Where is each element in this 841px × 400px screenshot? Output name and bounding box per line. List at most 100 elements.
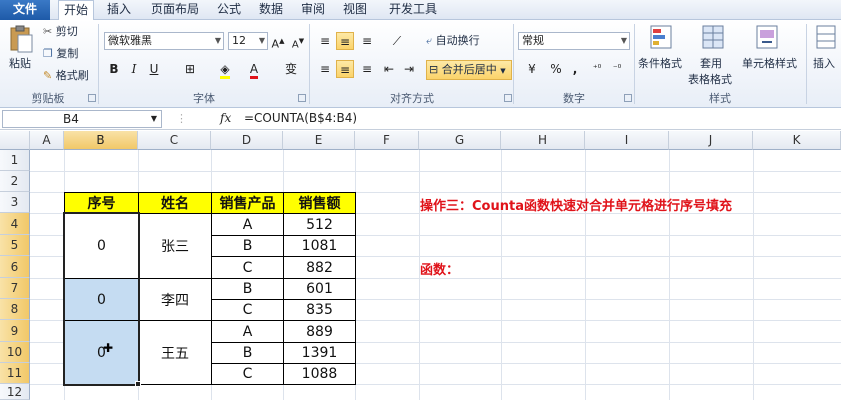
header-cell-seq[interactable]: 序号 xyxy=(64,192,139,214)
header-cell-name[interactable]: 姓名 xyxy=(138,192,212,214)
shrink-font-button[interactable]: A▼ xyxy=(290,32,306,50)
seq-cell[interactable]: 0 xyxy=(64,320,139,385)
underline-button[interactable]: U xyxy=(146,60,162,78)
product-cell[interactable]: B xyxy=(211,342,284,364)
column-header[interactable]: D xyxy=(211,131,283,150)
align-top-button[interactable]: ≡ xyxy=(316,32,334,50)
row-header[interactable]: 10 xyxy=(0,342,30,363)
align-middle-button[interactable]: ≡ xyxy=(336,32,354,50)
select-all-corner[interactable] xyxy=(0,131,30,150)
row-header[interactable]: 7 xyxy=(0,278,30,299)
phonetic-button[interactable]: 变 xyxy=(282,60,300,78)
italic-button[interactable]: I xyxy=(126,60,142,78)
grow-font-button[interactable]: A▲ xyxy=(270,32,286,51)
column-header[interactable]: K xyxy=(753,131,841,150)
row-header[interactable]: 9 xyxy=(0,320,30,342)
decrease-indent-button[interactable]: ⇤ xyxy=(380,60,398,78)
column-header[interactable]: C xyxy=(138,131,211,150)
tab-view[interactable]: 视图 xyxy=(338,0,372,20)
table-format-button-line1[interactable]: 套用 xyxy=(700,56,722,72)
product-cell[interactable]: C xyxy=(211,256,284,279)
formula-input[interactable]: =COUNTA(B$4:B4) xyxy=(244,111,357,125)
product-cell[interactable]: C xyxy=(211,363,284,385)
fill-color-button[interactable]: ◈ xyxy=(214,60,236,79)
amount-cell[interactable]: 512 xyxy=(283,213,356,236)
column-header[interactable]: A xyxy=(30,131,64,150)
column-header[interactable]: B xyxy=(64,131,138,150)
align-bottom-button[interactable]: ≡ xyxy=(358,32,376,50)
amount-cell[interactable]: 1081 xyxy=(283,235,356,257)
row-header[interactable]: 12 xyxy=(0,384,30,400)
insert-button[interactable]: 插入 xyxy=(813,56,835,72)
clipboard-launcher-icon[interactable] xyxy=(88,94,96,102)
name-cell[interactable]: 张三 xyxy=(138,213,212,279)
row-header[interactable]: 2 xyxy=(0,171,30,192)
paste-button[interactable] xyxy=(6,24,36,58)
number-format-select[interactable]: 常规 ▼ xyxy=(518,32,630,50)
copy-button[interactable]: ❐ 复制 xyxy=(43,46,78,62)
amount-cell[interactable]: 882 xyxy=(283,256,356,279)
row-header[interactable]: 11 xyxy=(0,363,30,384)
orientation-button[interactable]: ⟋ xyxy=(386,32,408,50)
product-cell[interactable]: B xyxy=(211,278,284,300)
tab-file[interactable]: 文件 xyxy=(0,0,50,20)
column-header[interactable]: F xyxy=(355,131,419,150)
decrease-decimal-button[interactable]: ⁻⁰ xyxy=(608,60,626,78)
tab-formulas[interactable]: 公式 xyxy=(212,0,246,20)
tab-review[interactable]: 审阅 xyxy=(296,0,330,20)
table-format-button-line2[interactable]: 表格格式 xyxy=(688,72,732,88)
tab-home[interactable]: 开始 xyxy=(58,0,94,21)
format-painter-button[interactable]: ✎ 格式刷 xyxy=(43,68,89,84)
tab-page-layout[interactable]: 页面布局 xyxy=(144,0,206,20)
name-cell[interactable]: 李四 xyxy=(138,278,212,321)
name-cell[interactable]: 王五 xyxy=(138,320,212,385)
tab-insert[interactable]: 插入 xyxy=(102,0,136,20)
conditional-format-button[interactable]: 条件格式 xyxy=(638,56,682,72)
number-launcher-icon[interactable] xyxy=(624,94,632,102)
seq-cell[interactable]: 0 xyxy=(64,213,139,279)
merge-center-button[interactable]: ⊟ 合并后居中 ▼ xyxy=(426,60,512,80)
amount-cell[interactable]: 889 xyxy=(283,320,356,343)
borders-button[interactable]: ⊞ xyxy=(180,60,200,78)
cut-button[interactable]: ✂ 剪切 xyxy=(43,24,78,40)
fill-handle[interactable] xyxy=(135,381,141,387)
align-right-button[interactable]: ≡ xyxy=(358,60,376,78)
font-size-select[interactable]: 12 ▼ xyxy=(228,32,268,50)
row-header[interactable]: 6 xyxy=(0,256,30,278)
font-launcher-icon[interactable] xyxy=(298,94,306,102)
comma-button[interactable]: , xyxy=(568,60,582,78)
align-left-button[interactable]: ≡ xyxy=(316,60,334,78)
amount-cell[interactable]: 601 xyxy=(283,278,356,300)
product-cell[interactable]: A xyxy=(211,213,284,236)
bold-button[interactable]: B xyxy=(106,60,122,78)
product-cell[interactable]: A xyxy=(211,320,284,343)
seq-cell[interactable]: 0 xyxy=(64,278,139,321)
name-box[interactable]: B4 ▼ xyxy=(2,110,162,128)
row-header[interactable]: 3 xyxy=(0,192,30,213)
font-color-button[interactable]: A xyxy=(244,60,264,79)
row-header[interactable]: 8 xyxy=(0,299,30,320)
column-header[interactable]: J xyxy=(669,131,753,150)
header-cell-amount[interactable]: 销售额 xyxy=(283,192,356,214)
paste-label[interactable]: 粘贴 xyxy=(9,56,31,72)
column-header[interactable]: I xyxy=(585,131,669,150)
wrap-text-button[interactable]: ⤶ 自动换行 xyxy=(426,33,480,49)
row-header[interactable]: 5 xyxy=(0,235,30,256)
column-header[interactable]: E xyxy=(283,131,355,150)
column-header[interactable]: G xyxy=(419,131,501,150)
tab-developer[interactable]: 开发工具 xyxy=(382,0,444,20)
percent-button[interactable]: % xyxy=(548,60,564,78)
increase-indent-button[interactable]: ⇥ xyxy=(400,60,418,78)
alignment-launcher-icon[interactable] xyxy=(504,94,512,102)
currency-button[interactable]: ¥ xyxy=(520,60,544,78)
font-name-select[interactable]: 微软雅黑 ▼ xyxy=(104,32,224,50)
row-header[interactable]: 1 xyxy=(0,150,30,171)
amount-cell[interactable]: 835 xyxy=(283,299,356,321)
increase-decimal-button[interactable]: ⁺⁰ xyxy=(588,60,606,78)
cell-styles-button[interactable]: 单元格样式 xyxy=(742,56,797,72)
column-header[interactable]: H xyxy=(501,131,585,150)
row-header[interactable]: 4 xyxy=(0,213,30,235)
header-cell-product[interactable]: 销售产品 xyxy=(211,192,284,214)
insert-function-button[interactable]: fx xyxy=(220,111,231,125)
product-cell[interactable]: B xyxy=(211,235,284,257)
